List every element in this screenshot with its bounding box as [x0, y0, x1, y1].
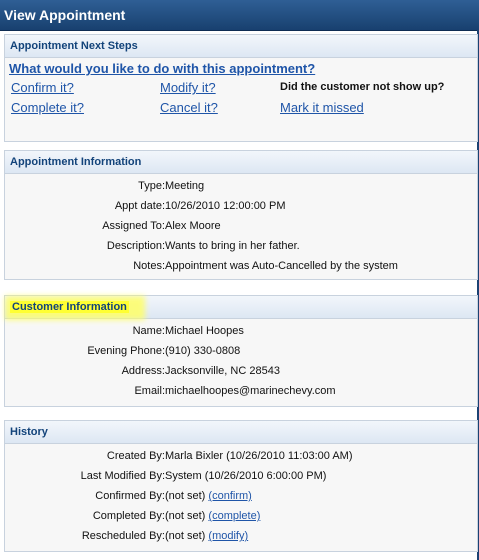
- customer-panel: Customer Information Name: Michael Hoope…: [4, 295, 478, 407]
- appointment-row: Appt date: 10/26/2010 12:00:00 PM: [5, 197, 477, 215]
- mark-missed-link[interactable]: Mark it missed: [280, 100, 364, 115]
- created-by-label: Created By:: [106, 450, 165, 462]
- next-steps-question: What would you like to do with this appo…: [9, 61, 316, 76]
- appt-date-label: Appt date:: [114, 200, 165, 212]
- appointment-row: Description: Wants to bring in her fathe…: [5, 237, 477, 255]
- completed-by-label: Completed By:: [92, 510, 165, 522]
- modify-action-link[interactable]: (modify): [208, 530, 248, 542]
- history-row: Rescheduled By: (not set) (modify): [5, 527, 477, 545]
- history-row: Completed By: (not set) (complete): [5, 507, 477, 525]
- rescheduled-by-value: (not set) (modify): [165, 527, 248, 545]
- notes-label: Notes:: [133, 260, 165, 272]
- no-show-question: Did the customer not show up?: [280, 81, 445, 93]
- notes-value: Appointment was Auto-Cancelled by the sy…: [165, 260, 398, 272]
- confirmed-by-text: (not set): [165, 490, 206, 502]
- address-label: Address:: [121, 365, 165, 377]
- name-label: Name:: [132, 325, 165, 337]
- customer-row: Address: Jacksonville, NC 28543: [5, 362, 477, 380]
- history-row: Created By: Marla Bixler (10/26/2010 11:…: [5, 447, 477, 465]
- confirm-link[interactable]: Confirm it?: [11, 80, 74, 95]
- rescheduled-by-label: Rescheduled By:: [81, 530, 165, 542]
- appointment-row: Type: Meeting: [5, 177, 477, 195]
- appointment-row: Assigned To: Alex Moore: [5, 217, 477, 235]
- history-row: Confirmed By: (not set) (confirm): [5, 487, 477, 505]
- type-label: Type:: [138, 180, 165, 192]
- history-heading: History: [5, 421, 477, 444]
- customer-heading: Customer Information: [5, 296, 477, 320]
- evening-phone-label: Evening Phone:: [87, 345, 165, 357]
- appointment-row: Notes: Appointment was Auto-Cancelled by…: [5, 257, 477, 275]
- customer-row: Email: michaelhoopes@marinechevy.com: [5, 382, 477, 400]
- rescheduled-by-text: (not set): [165, 530, 206, 542]
- window-title: View Appointment: [0, 0, 479, 31]
- assigned-to-value: Alex Moore: [165, 220, 221, 232]
- completed-by-text: (not set): [165, 510, 206, 522]
- created-by-value: Marla Bixler (10/26/2010 11:03:00 AM): [165, 450, 353, 462]
- name-value: Michael Hoopes: [165, 325, 244, 337]
- type-value: Meeting: [165, 180, 205, 192]
- description-label: Description:: [106, 240, 165, 252]
- confirmed-by-value: (not set) (confirm): [165, 487, 252, 505]
- complete-action-link[interactable]: (complete): [208, 510, 260, 522]
- email-label: Email:: [134, 385, 165, 397]
- evening-phone-value: (910) 330-0808: [165, 345, 241, 357]
- confirmed-by-label: Confirmed By:: [95, 490, 165, 502]
- history-row: Last Modified By: System (10/26/2010 6:0…: [5, 467, 477, 485]
- confirm-action-link[interactable]: (confirm): [208, 490, 251, 502]
- modify-link[interactable]: Modify it?: [160, 80, 216, 95]
- customer-row: Evening Phone: (910) 330-0808: [5, 342, 477, 360]
- assigned-to-label: Assigned To:: [102, 220, 165, 232]
- next-steps-heading: Appointment Next Steps: [5, 35, 477, 58]
- appointment-heading: Appointment Information: [5, 151, 477, 174]
- appt-date-value: 10/26/2010 12:00:00 PM: [165, 200, 286, 212]
- complete-link[interactable]: Complete it?: [11, 100, 84, 115]
- last-modified-label: Last Modified By:: [80, 470, 165, 482]
- next-steps-panel: Appointment Next Steps What would you li…: [4, 34, 478, 142]
- address-value: Jacksonville, NC 28543: [165, 365, 280, 377]
- completed-by-value: (not set) (complete): [165, 507, 260, 525]
- description-value: Wants to bring in her father.: [165, 240, 300, 252]
- last-modified-value: System (10/26/2010 6:00:00 PM): [165, 470, 327, 482]
- appointment-panel: Appointment Information Type: Meeting Ap…: [4, 150, 478, 280]
- customer-row: Name: Michael Hoopes: [5, 322, 477, 340]
- cancel-link[interactable]: Cancel it?: [160, 100, 218, 115]
- email-value: michaelhoopes@marinechevy.com: [165, 385, 336, 397]
- customer-heading-text: Customer Information: [10, 301, 129, 313]
- history-panel: History Created By: Marla Bixler (10/26/…: [4, 420, 478, 552]
